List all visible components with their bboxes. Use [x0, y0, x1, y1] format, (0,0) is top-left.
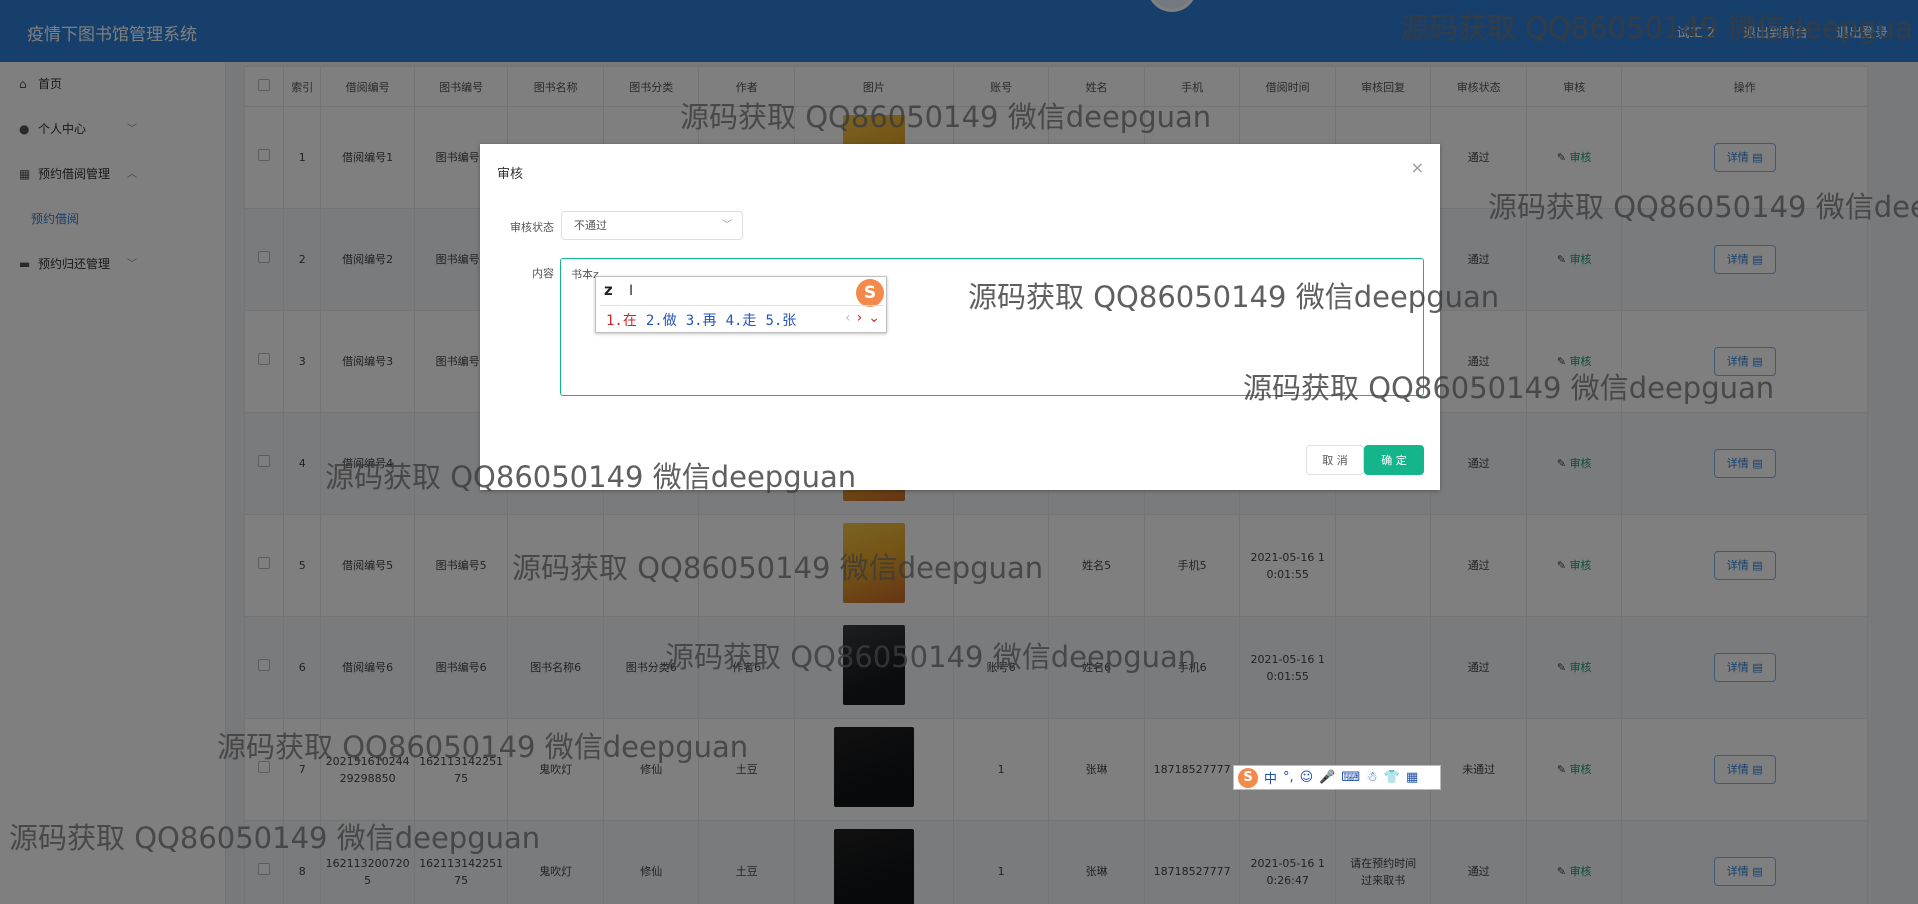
close-icon[interactable]: ×	[1411, 158, 1424, 177]
chevron-down-icon: ﹀	[722, 220, 732, 231]
dialog-title: 审核	[497, 167, 524, 182]
user-icon[interactable]: ☃	[1366, 770, 1378, 785]
sogou-logo-icon: S	[856, 279, 884, 307]
text-cursor-icon: I	[629, 283, 634, 299]
keyboard-icon[interactable]: ⌨	[1341, 770, 1360, 785]
microphone-icon[interactable]: 🎤	[1319, 770, 1335, 785]
ime-toolbar: S 中 °, ☺ 🎤 ⌨ ☃ 👕 ▦	[1233, 765, 1441, 790]
ime-candidate[interactable]: 1.在	[606, 310, 637, 330]
emoji-icon[interactable]: ☺	[1300, 770, 1314, 785]
ime-candidate[interactable]: 5.张	[765, 310, 796, 330]
sogou-logo-icon[interactable]: S	[1238, 767, 1258, 788]
ime-candidate-window: z I S 1.在 2.做 3.再 4.走 5.张 ‹ › ⌄	[595, 276, 887, 333]
ime-candidate[interactable]: 3.再	[686, 310, 717, 330]
status-label: 审核状态	[510, 221, 554, 234]
status-select-value: 不通过	[574, 219, 607, 232]
confirm-button[interactable]: 确 定	[1364, 445, 1424, 475]
next-page-icon[interactable]: ›	[857, 310, 863, 326]
skin-icon[interactable]: 👕	[1384, 770, 1400, 785]
expand-icon[interactable]: ⌄	[868, 310, 880, 326]
ime-input: z	[604, 281, 613, 299]
punctuation-icon[interactable]: °,	[1283, 770, 1294, 785]
content-label: 内容	[532, 267, 554, 280]
ime-toolbar-item[interactable]: 中	[1264, 768, 1277, 787]
prev-page-icon[interactable]: ‹	[845, 310, 851, 326]
ime-candidate[interactable]: 4.走	[726, 310, 757, 330]
cancel-button[interactable]: 取 消	[1306, 445, 1364, 475]
ime-nav: ‹ › ⌄	[845, 310, 880, 326]
toolbox-icon[interactable]: ▦	[1406, 770, 1418, 785]
ime-candidates: 1.在 2.做 3.再 4.走 5.张	[606, 310, 796, 330]
ime-candidate[interactable]: 2.做	[646, 310, 677, 330]
status-select[interactable]: 不通过 ﹀	[561, 211, 743, 240]
